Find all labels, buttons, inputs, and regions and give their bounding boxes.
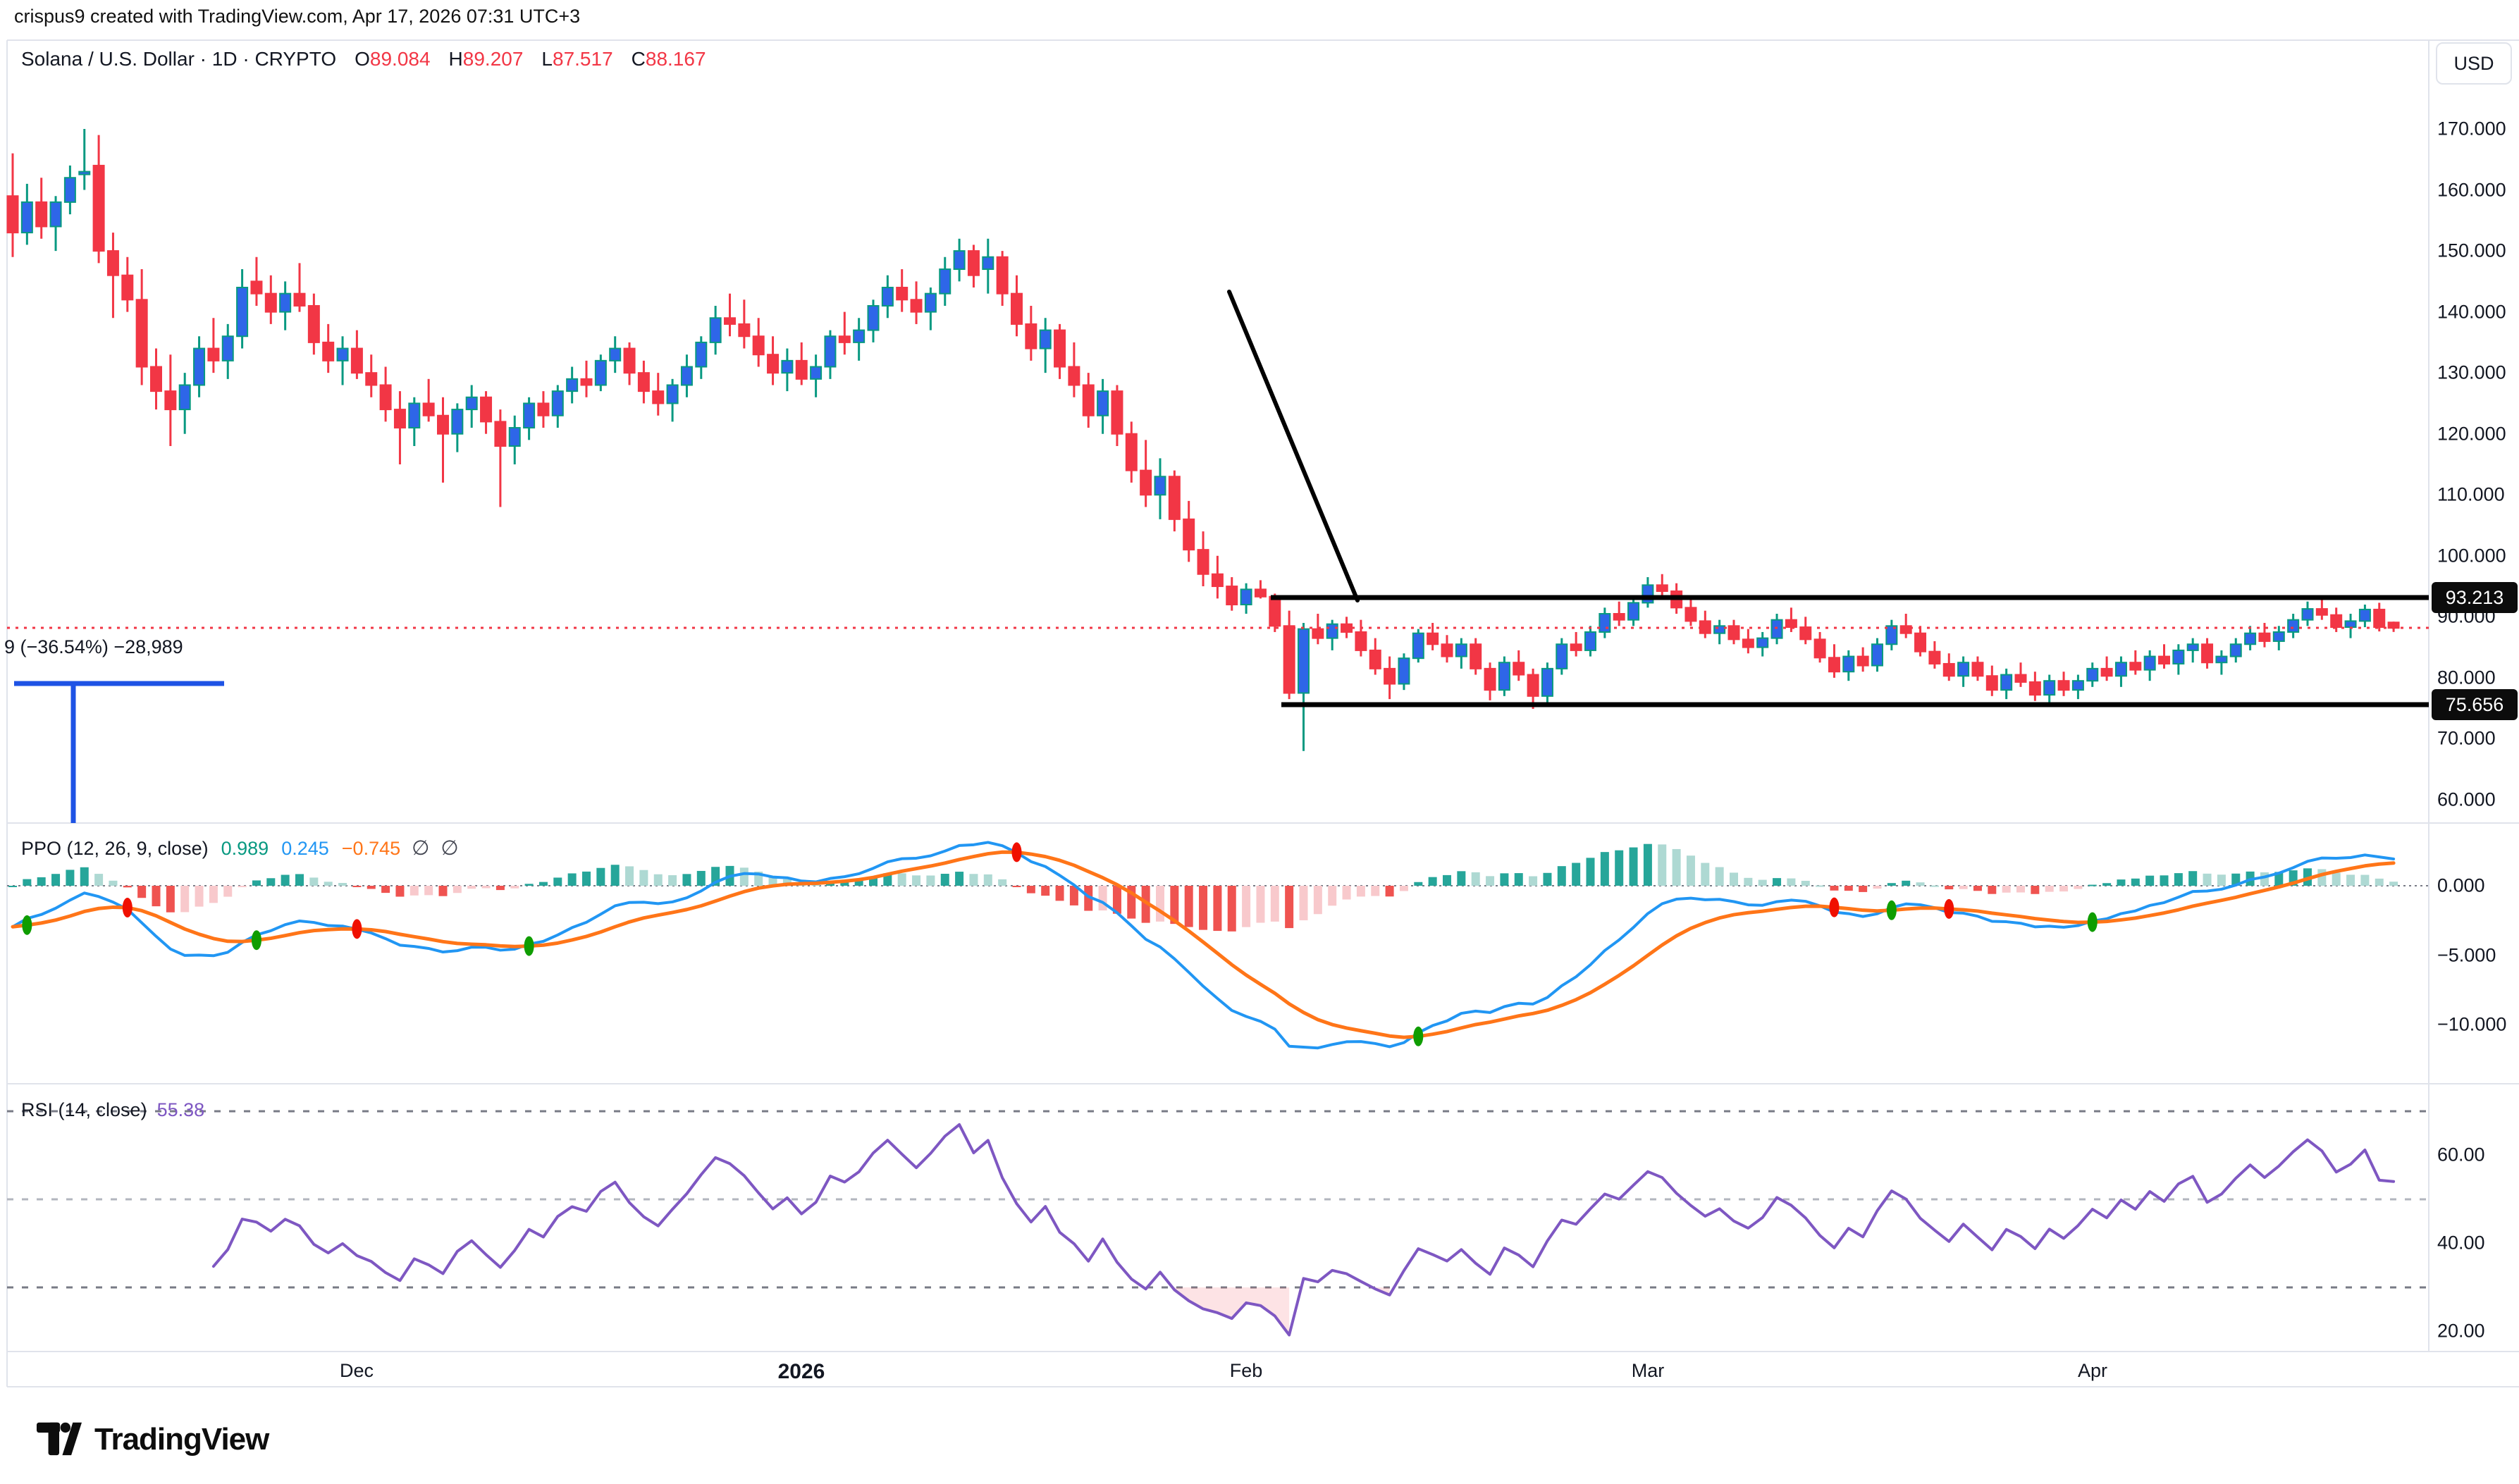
ppo-indicator-title: PPO (12, 26, 9, close) (21, 838, 209, 859)
axis-tick-label: 100.000 (2437, 545, 2506, 567)
axis-tick-label: 60.00 (2437, 1144, 2485, 1166)
credit-line: crispus9 created with TradingView.com, A… (14, 6, 580, 27)
high-value: 89.207 (463, 48, 524, 70)
axis-tick-label: 0.000 (2437, 875, 2485, 897)
tradingview-logo-text: TradingView (94, 1422, 269, 1457)
axis-tick-label: 80.000 (2437, 667, 2496, 689)
rsi-value: 55.38 (157, 1099, 205, 1120)
time-axis-label: Dec (340, 1360, 374, 1382)
empty-set-icon[interactable]: ∅ (441, 837, 458, 860)
close-label: C (632, 48, 646, 70)
price-chart-canvas[interactable] (0, 0, 2519, 1484)
measure-tool-label: 9 (−36.54%) −28,989 (4, 636, 183, 658)
ppo-line-value: 0.245 (281, 838, 329, 859)
low-label: L (541, 48, 553, 70)
axis-tick-label: 40.00 (2437, 1232, 2485, 1254)
open-label: O (355, 48, 370, 70)
high-label: H (449, 48, 463, 70)
chart-window: crispus9 created with TradingView.com, A… (0, 0, 2519, 1484)
time-axis-label: Mar (1632, 1360, 1665, 1382)
axis-tick-label: 160.000 (2437, 180, 2506, 202)
symbol-bar[interactable]: Solana / U.S. Dollar · 1D · CRYPTO O89.08… (21, 48, 706, 70)
axis-tick-label: 60.000 (2437, 789, 2496, 811)
axis-tick-label: 150.000 (2437, 240, 2506, 262)
price-level-tag: 75.656 (2432, 689, 2518, 720)
price-level-tag: 93.213 (2432, 582, 2518, 613)
time-axis-label: Feb (1230, 1360, 1263, 1382)
rsi-indicator-legend[interactable]: RSI (14, close) 55.38 (21, 1099, 204, 1121)
empty-set-icon[interactable]: ∅ (412, 837, 429, 860)
symbol-title: Solana / U.S. Dollar · 1D · CRYPTO (21, 48, 336, 70)
axis-tick-label: 110.000 (2437, 484, 2505, 506)
currency-usd-button[interactable]: USD (2436, 42, 2512, 85)
axis-tick-label: 120.000 (2437, 423, 2506, 445)
axis-tick-label: 20.00 (2437, 1321, 2485, 1342)
tradingview-logo-icon (37, 1422, 82, 1457)
axis-tick-label: −5.000 (2437, 945, 2496, 967)
rsi-indicator-title: RSI (14, close) (21, 1099, 147, 1120)
low-value: 87.517 (553, 48, 613, 70)
ppo-signal-value: −0.745 (342, 838, 400, 859)
time-axis-label: 2026 (778, 1360, 825, 1384)
axis-tick-label: 130.000 (2437, 362, 2506, 384)
ppo-indicator-legend[interactable]: PPO (12, 26, 9, close) 0.989 0.245 −0.745 ∅ ∅ (21, 836, 459, 860)
axis-tick-label: 70.000 (2437, 728, 2496, 750)
axis-tick-label: 170.000 (2437, 118, 2506, 140)
close-value: 88.167 (646, 48, 706, 70)
open-value: 89.084 (370, 48, 431, 70)
axis-tick-label: 140.000 (2437, 302, 2506, 323)
ppo-hist-value: 0.989 (221, 838, 269, 859)
axis-tick-label: −10.000 (2437, 1014, 2506, 1036)
tradingview-logo[interactable]: TradingView (37, 1422, 269, 1457)
time-axis-label: Apr (2078, 1360, 2107, 1382)
